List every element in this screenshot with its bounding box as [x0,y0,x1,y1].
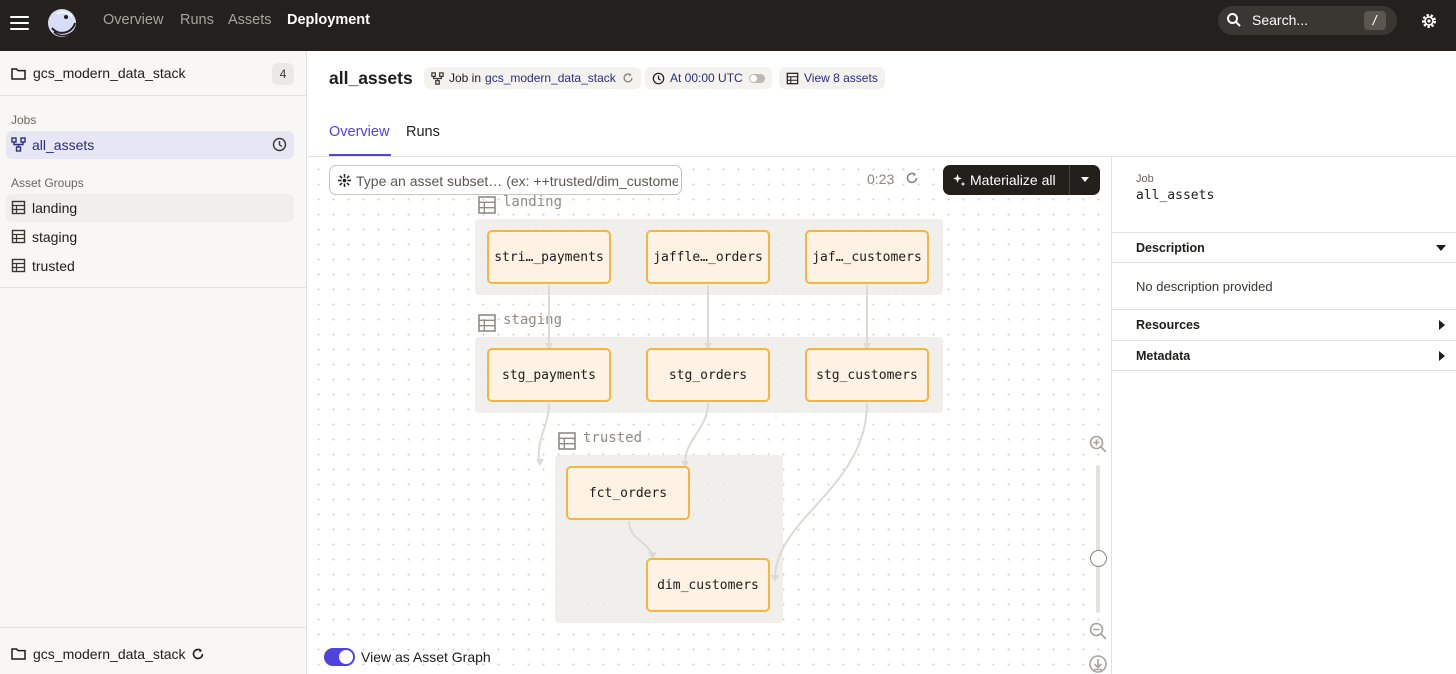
menu-icon[interactable] [10,12,32,34]
asset-node[interactable]: fct_orders [566,466,690,520]
sidebar: gcs_modern_data_stack 4 Jobs all_assets … [0,51,307,674]
asset-subset-input[interactable] [356,171,678,190]
sidebar-item-label: landing [32,200,78,216]
job-repository-tag[interactable]: Job in gcs_modern_data_stack [424,67,641,89]
sidebar-footer-repository[interactable]: gcs_modern_data_stack [0,627,306,674]
asset-subset-field[interactable] [329,165,682,195]
asset-node[interactable]: stri…_payments [487,230,611,284]
reload-icon[interactable] [905,171,919,185]
dagster-logo-icon[interactable] [44,6,80,42]
table-icon [786,72,799,84]
asset-selection-icon [338,174,351,187]
repository-count-badge: 4 [272,63,294,85]
sidebar-item-all-assets[interactable]: all_assets [6,131,294,159]
schedule-toggle[interactable] [748,73,765,83]
schedule-tag[interactable]: At 00:00 UTC [645,67,772,89]
section-divider [1112,370,1456,371]
resources-title: Resources [1136,318,1200,332]
page-title: all_assets [329,68,413,88]
asset-group-icon [11,229,26,244]
reload-icon[interactable] [622,72,634,84]
nav-runs[interactable]: Runs [180,12,214,28]
search-shortcut-key: / [1364,11,1386,30]
job-tag-repository-link[interactable]: gcs_modern_data_stack [485,71,616,85]
materialize-all-label: Materialize all [970,172,1056,188]
view-assets-tag[interactable]: View 8 assets [779,67,885,89]
chevron-down-icon[interactable] [1081,177,1089,182]
search-icon [1227,13,1241,27]
job-details-panel: Job all_assets Description No descriptio… [1111,157,1456,674]
folder-icon [11,648,26,660]
gear-icon[interactable] [1420,12,1438,30]
search-box[interactable]: Search... / [1218,6,1397,35]
sidebar-divider [0,287,306,288]
schedule-label: At 00:00 UTC [670,71,743,85]
view-assets-label: View 8 assets [804,71,878,85]
metadata-title: Metadata [1136,349,1191,363]
button-separator [1069,165,1070,195]
asset-node[interactable]: stg_customers [805,348,929,402]
reload-icon[interactable] [191,647,205,661]
sidebar-item-staging[interactable]: staging [6,223,294,251]
footer-repository-name: gcs_modern_data_stack [33,646,186,662]
nav-deployment[interactable]: Deployment [287,12,370,28]
nav-overview[interactable]: Overview [103,12,163,28]
sidebar-item-landing[interactable]: landing [6,194,294,222]
asset-group-icon [11,200,26,215]
description-text: No description provided [1136,279,1273,294]
asset-group-icon [11,258,26,273]
asset-graph-toggle-label: View as Asset Graph [361,649,491,665]
top-navigation-bar: Overview Runs Assets Deployment Search..… [0,0,1456,51]
description-section-header[interactable]: Description [1112,232,1456,262]
chevron-down-icon[interactable] [1436,245,1446,251]
chevron-right-icon[interactable] [1439,320,1445,330]
asset-graph-toggle[interactable] [324,648,355,666]
job-name: all_assets [1136,188,1215,203]
resources-section-header[interactable]: Resources [1112,309,1456,340]
repository-header[interactable]: gcs_modern_data_stack 4 [0,51,306,96]
metadata-section-header[interactable]: Metadata [1112,340,1456,370]
folder-icon [11,68,26,80]
clock-icon [652,72,665,84]
materialize-all-button[interactable]: Materialize all [943,165,1100,195]
job-tag-prefix: Job in [449,71,482,85]
asset-node[interactable]: stg_payments [487,348,611,402]
description-title: Description [1136,241,1205,255]
jobs-section-label: Jobs [11,113,37,127]
search-label: Search... [1252,12,1309,28]
asset-node[interactable]: jaf…_customers [805,230,929,284]
sidebar-item-label: trusted [32,258,75,274]
asset-graph-canvas[interactable]: landing staging trusted stri…_payments j… [307,157,1111,674]
asset-node[interactable]: dim_customers [646,558,770,612]
job-icon [431,71,444,85]
repository-name: gcs_modern_data_stack [33,65,186,81]
chevron-right-icon[interactable] [1439,351,1445,361]
sparkle-icon [953,174,966,187]
asset-node[interactable]: stg_orders [646,348,770,402]
tab-overview[interactable]: Overview [329,124,389,140]
job-icon [11,137,26,152]
sidebar-item-label: staging [32,229,78,245]
sidebar-item-trusted[interactable]: trusted [6,252,294,280]
asset-groups-section-label: Asset Groups [11,176,84,190]
zoom-slider-handle[interactable] [1090,550,1107,567]
refresh-timer: 0:23 [867,171,895,187]
tab-runs[interactable]: Runs [406,124,440,140]
sidebar-item-label: all_assets [32,137,95,153]
zoom-slider-track[interactable] [1096,465,1100,613]
job-label: Job [1136,173,1154,185]
section-divider [1112,262,1456,263]
zoom-in-icon[interactable] [1088,434,1108,454]
asset-node[interactable]: jaffle…_orders [646,230,770,284]
clock-icon [272,137,287,152]
download-icon[interactable] [1088,654,1108,674]
zoom-out-icon[interactable] [1088,621,1108,641]
nav-assets[interactable]: Assets [228,12,272,28]
